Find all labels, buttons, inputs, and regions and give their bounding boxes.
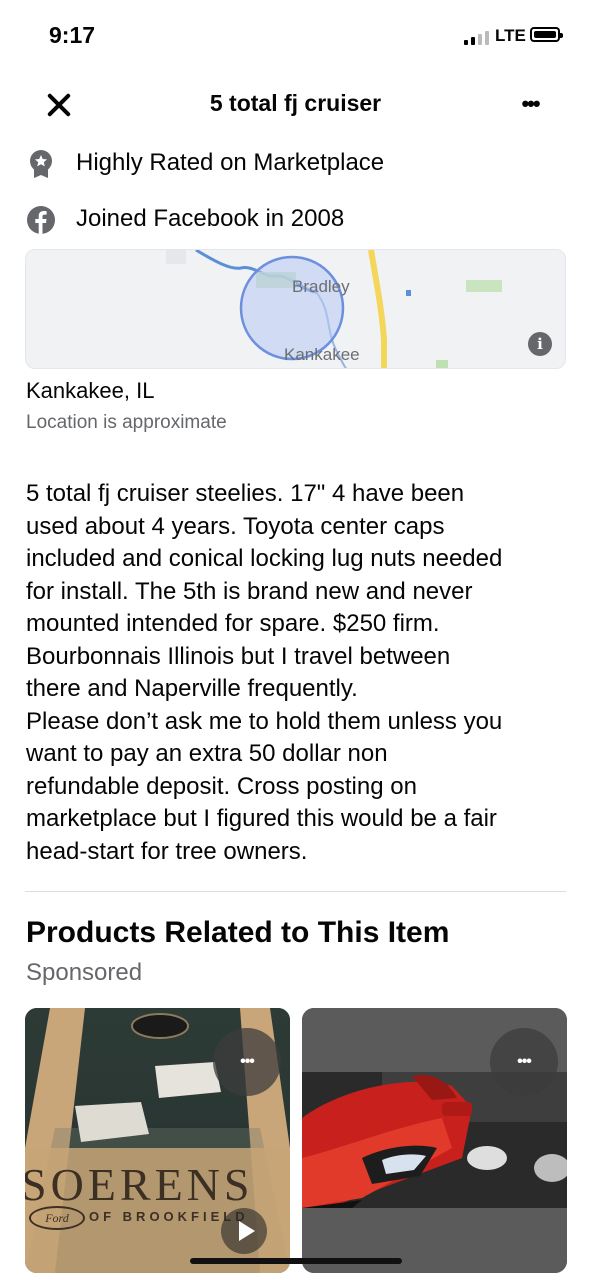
listing-header: 5 total fj cruiser •••: [0, 72, 591, 136]
status-bar: 9:17 LTE: [0, 0, 591, 70]
signal-icon: [464, 29, 494, 45]
divider: [25, 891, 566, 892]
battery-icon: [530, 27, 563, 42]
map-label-bradley: Bradley: [292, 277, 350, 296]
play-icon[interactable]: [221, 1208, 267, 1254]
more-options-button[interactable]: •••: [510, 90, 550, 118]
product-card-cornhole[interactable]: SOERENS Ford OF BROOKFIELD •••: [25, 1008, 290, 1273]
badge-icon: [30, 150, 52, 178]
location-note: Location is approximate: [26, 412, 227, 433]
home-indicator: [190, 1258, 402, 1264]
map-label-kankakee: Kankakee: [284, 345, 360, 364]
page-title: 5 total fj cruiser: [209, 90, 382, 116]
network-label: LTE: [495, 26, 526, 45]
product-card-car[interactable]: •••: [302, 1008, 567, 1273]
location-map[interactable]: Bradley Kankakee i: [25, 249, 566, 369]
card-banner-text: SOERENS: [25, 1159, 254, 1210]
facebook-icon: [27, 206, 55, 234]
card-more-button[interactable]: •••: [490, 1028, 558, 1096]
card-more-button[interactable]: •••: [213, 1028, 281, 1096]
listing-description: 5 total fj cruiser steelies. 17" 4 have …: [26, 480, 503, 865]
location-name: Kankakee, IL: [26, 378, 155, 403]
ford-logo: Ford: [29, 1206, 85, 1230]
seller-info-label: Joined Facebook in 2008: [76, 205, 345, 232]
info-icon[interactable]: i: [528, 332, 552, 356]
seller-info-label: Highly Rated on Marketplace: [76, 149, 385, 176]
sponsored-label: Sponsored: [26, 959, 143, 986]
status-time: 9:17: [49, 22, 96, 48]
related-products-title: Products Related to This Item: [26, 916, 450, 949]
